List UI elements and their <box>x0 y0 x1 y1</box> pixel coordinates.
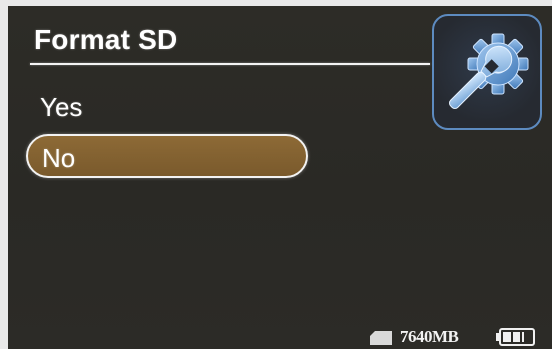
menu-title: Format SD <box>34 24 178 55</box>
option-no-selected[interactable]: No <box>26 134 308 178</box>
device-screen: Format SD Yes No 7640MB <box>8 6 552 349</box>
status-bar: 7640MB <box>8 324 552 349</box>
settings-gear-wrench-icon <box>448 33 529 110</box>
option-yes[interactable]: Yes <box>40 92 82 123</box>
storage-capacity: 7640MB <box>400 327 459 346</box>
option-no-label: No <box>42 143 76 173</box>
title-divider <box>30 63 430 65</box>
sd-card-icon <box>370 331 392 345</box>
battery-icon <box>496 328 535 346</box>
settings-badge <box>432 14 542 130</box>
